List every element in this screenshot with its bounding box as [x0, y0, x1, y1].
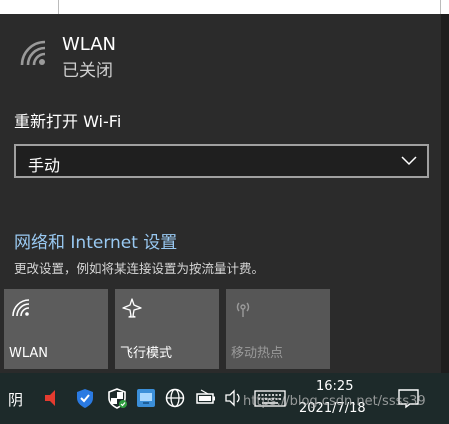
reopen-wifi-label: 重新打开 Wi-Fi	[14, 112, 122, 131]
divider	[58, 0, 59, 14]
divider	[440, 0, 441, 14]
quick-action-wlan[interactable]: WLAN	[4, 289, 108, 369]
wifi-name: WLAN	[62, 34, 117, 55]
security-shield-icon[interactable]	[106, 387, 128, 409]
taskbar: 阴 16:25 2021/7/18 https://blog.csdn.net/…	[0, 373, 449, 424]
panel-edge	[441, 14, 449, 373]
battery-icon[interactable]	[195, 387, 217, 409]
clock-time[interactable]: 16:25	[316, 379, 353, 394]
reopen-wifi-dropdown[interactable]: 手动	[14, 144, 429, 178]
settings-description: 更改设置，例如将某连接设置为按流量计费。	[14, 261, 265, 276]
network-flyout: WLAN 已关闭 重新打开 Wi-Fi 手动 网络和 Internet 设置 更…	[0, 14, 441, 373]
wifi-off-icon	[20, 40, 46, 66]
remote-desktop-icon[interactable]	[136, 387, 156, 409]
network-settings-link[interactable]: 网络和 Internet 设置	[14, 228, 177, 253]
chevron-down-icon	[401, 156, 417, 166]
shield-icon[interactable]	[74, 387, 96, 409]
hotspot-icon	[236, 302, 250, 317]
wifi-network-entry[interactable]: WLAN 已关闭	[18, 34, 418, 81]
dropdown-value: 手动	[28, 156, 61, 175]
window-background	[0, 0, 449, 14]
wifi-icon	[12, 299, 30, 317]
tile-label: 移动热点	[231, 346, 284, 361]
volume-muted-icon[interactable]	[42, 387, 60, 409]
volume-icon[interactable]	[224, 387, 242, 409]
quick-action-airplane-mode[interactable]: 飞行模式	[115, 289, 219, 369]
watermark: https://blog.csdn.net/ssss39	[243, 394, 426, 409]
globe-icon[interactable]	[164, 387, 186, 409]
tile-label: WLAN	[9, 346, 49, 361]
quick-action-mobile-hotspot[interactable]: 移动热点	[226, 289, 330, 369]
wifi-status: 已关闭	[62, 61, 113, 81]
airplane-icon	[122, 298, 142, 318]
tile-label: 飞行模式	[120, 346, 173, 361]
ime-indicator[interactable]: 阴	[8, 389, 23, 410]
